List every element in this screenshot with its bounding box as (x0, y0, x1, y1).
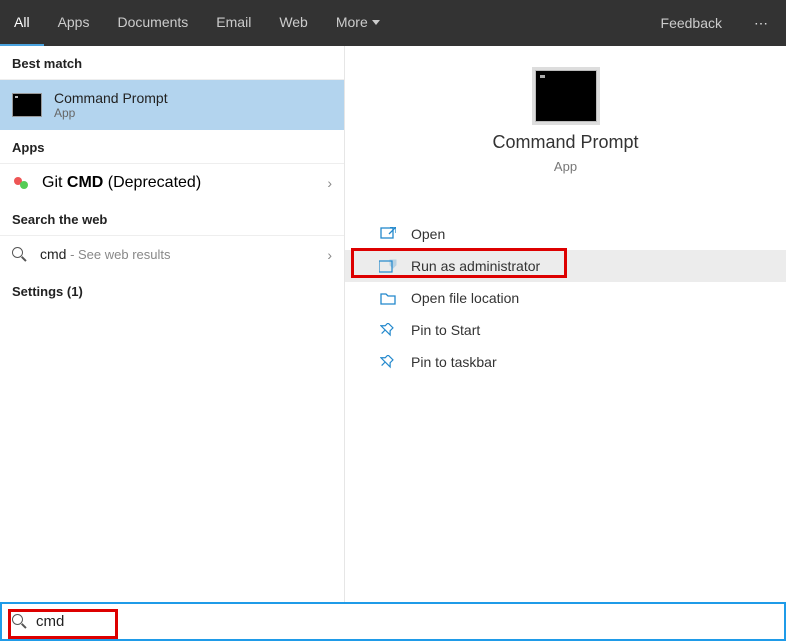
tab-documents[interactable]: Documents (103, 0, 202, 46)
action-pin-to-start[interactable]: Pin to Start (345, 314, 786, 346)
body: Best match Command Prompt App Apps Git C… (0, 46, 786, 602)
tab-more-label: More (336, 14, 368, 30)
action-open-file-location[interactable]: Open file location (345, 282, 786, 314)
preview-title: Command Prompt (492, 132, 638, 153)
chevron-right-icon: › (327, 175, 332, 191)
open-icon (379, 226, 397, 242)
best-match-text: Command Prompt App (54, 90, 168, 120)
preview-header: Command Prompt App (345, 70, 786, 202)
app-prefix: Git (42, 174, 67, 191)
action-open-file-location-label: Open file location (411, 290, 519, 306)
app-result-git-cmd[interactable]: Git CMD (Deprecated) › (0, 164, 344, 202)
best-match-sub: App (54, 106, 168, 120)
best-match-title: Command Prompt (54, 90, 168, 106)
folder-icon (379, 290, 397, 306)
preview-actions: Open Run as administrator Open file loca… (345, 202, 786, 378)
web-result-label: cmd - See web results (40, 246, 171, 264)
terminal-icon (12, 93, 42, 117)
action-pin-to-taskbar-label: Pin to taskbar (411, 354, 497, 370)
search-icon (12, 614, 28, 630)
search-icon (12, 247, 28, 263)
chevron-right-icon: › (327, 247, 332, 263)
app-result-label: Git CMD (Deprecated) (42, 174, 201, 192)
best-match-header: Best match (0, 46, 344, 80)
terminal-icon-large (535, 70, 597, 122)
pin-icon (379, 354, 397, 370)
header-spacer (394, 0, 645, 46)
git-icon (12, 174, 30, 192)
results-panel: Best match Command Prompt App Apps Git C… (0, 46, 345, 602)
preview-sub: App (554, 159, 577, 174)
header-tabs: All Apps Documents Email Web More (0, 0, 394, 46)
action-open[interactable]: Open (345, 218, 786, 250)
best-match-item[interactable]: Command Prompt App (0, 80, 344, 130)
apps-header: Apps (0, 130, 344, 164)
action-pin-to-taskbar[interactable]: Pin to taskbar (345, 346, 786, 378)
search-bar (0, 602, 786, 641)
pin-icon (379, 322, 397, 338)
preview-panel: Command Prompt App Open Run as administr… (345, 46, 786, 602)
feedback-link[interactable]: Feedback (645, 0, 738, 46)
action-pin-to-start-label: Pin to Start (411, 322, 480, 338)
tab-apps[interactable]: Apps (44, 0, 104, 46)
overflow-menu-icon[interactable]: ⋯ (738, 0, 786, 46)
tab-web[interactable]: Web (265, 0, 322, 46)
web-hint: - See web results (66, 247, 170, 262)
action-open-label: Open (411, 226, 445, 242)
search-web-header: Search the web (0, 202, 344, 236)
tab-more[interactable]: More (322, 0, 394, 46)
tab-email[interactable]: Email (202, 0, 265, 46)
app-bold: CMD (67, 174, 103, 191)
caret-down-icon (372, 20, 380, 25)
web-query: cmd (40, 246, 66, 262)
header-bar: All Apps Documents Email Web More Feedba… (0, 0, 786, 46)
settings-header[interactable]: Settings (1) (0, 274, 344, 307)
action-run-as-administrator[interactable]: Run as administrator (345, 250, 786, 282)
web-result[interactable]: cmd - See web results › (0, 236, 344, 274)
search-box[interactable] (12, 613, 236, 630)
app-suffix: (Deprecated) (103, 174, 201, 191)
tab-all[interactable]: All (0, 0, 44, 46)
action-run-as-administrator-label: Run as administrator (411, 258, 540, 274)
admin-shield-icon (379, 258, 397, 274)
